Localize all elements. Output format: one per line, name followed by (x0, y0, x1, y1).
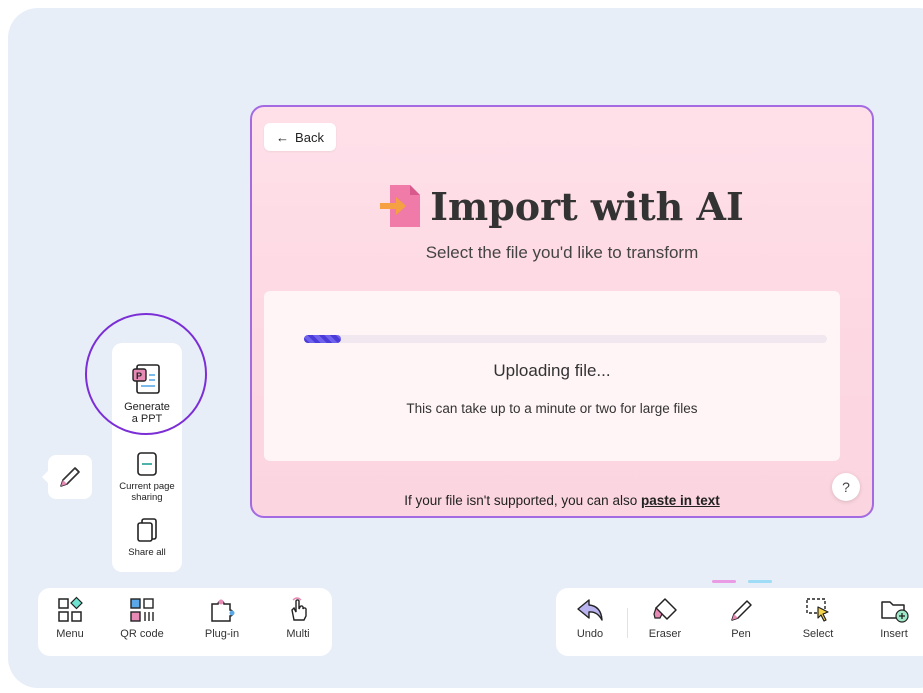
right-toolbar: Undo Eraser Pen Select Insert (556, 588, 923, 656)
select-button[interactable]: Select (788, 596, 848, 640)
dialog-title-row: Import with AI (252, 183, 872, 229)
page-indicator-dot-2[interactable] (748, 580, 772, 583)
page-share-icon (137, 452, 157, 476)
unsupported-file-note: If your file isn't supported, you can al… (252, 493, 872, 508)
eraser-label: Eraser (648, 628, 682, 640)
import-ai-dialog: ← Back Import with AI Select the file yo… (250, 105, 874, 518)
select-icon (806, 598, 829, 622)
multi-label: Multi (286, 628, 310, 640)
insert-button[interactable]: Insert (864, 596, 923, 640)
plugin-icon (211, 599, 235, 622)
multi-button[interactable]: Multi (268, 596, 328, 640)
share-all-icon (137, 518, 157, 542)
help-button[interactable]: ? (832, 473, 860, 501)
multi-touch-icon (291, 597, 307, 621)
insert-folder-icon (881, 601, 909, 623)
eraser-button[interactable]: Eraser (635, 596, 695, 640)
menu-button[interactable]: Menu (40, 596, 100, 640)
upload-status-text: Uploading file... (493, 361, 611, 380)
page-indicator-dot-1[interactable] (712, 580, 736, 583)
menu-icon (58, 596, 83, 622)
menu-label: Menu (56, 628, 84, 640)
upload-area: Uploading file... This can take up to a … (264, 291, 840, 461)
qr-code-button[interactable]: QR code (112, 596, 172, 640)
select-label: Select (802, 628, 834, 640)
left-toolbar: Menu QR code Plug-in Multi (38, 588, 332, 656)
plugin-button[interactable]: Plug-in (192, 596, 252, 640)
highlight-circle (85, 313, 207, 435)
pen-label: Pen (731, 628, 751, 640)
upload-hint-text: This can take up to a minute or two for … (406, 401, 698, 416)
dialog-title: Import with AI (430, 183, 744, 229)
current-page-sharing-button[interactable]: Current page sharing (112, 451, 182, 503)
undo-label: Undo (576, 628, 604, 640)
share-all-button[interactable]: Share all (112, 517, 182, 558)
qr-code-icon (130, 598, 154, 622)
back-button-label: Back (295, 129, 324, 145)
pen-icon (60, 467, 80, 487)
insert-label: Insert (880, 628, 908, 640)
pen-icon (731, 600, 752, 621)
upload-progress-fill (304, 335, 341, 343)
footer-note-text: If your file isn't supported, you can al… (404, 493, 641, 508)
upload-progress-bar (304, 335, 827, 343)
share-all-label: Share all (128, 547, 166, 558)
undo-button[interactable]: Undo (560, 596, 620, 640)
paste-in-text-link[interactable]: paste in text (641, 493, 720, 508)
back-button[interactable]: ← Back (264, 123, 336, 151)
toolbar-divider (627, 608, 628, 638)
qr-code-label: QR code (120, 628, 164, 640)
plugin-label: Plug-in (204, 628, 240, 640)
undo-icon (577, 599, 603, 621)
arrow-left-icon: ← (276, 129, 290, 145)
current-page-sharing-label: Current page sharing (119, 481, 175, 503)
file-import-icon (380, 185, 421, 227)
floating-pen-button[interactable] (42, 455, 92, 499)
eraser-icon (653, 598, 677, 620)
pen-button[interactable]: Pen (711, 596, 771, 640)
dialog-subtitle: Select the file you'd like to transform (425, 243, 699, 262)
